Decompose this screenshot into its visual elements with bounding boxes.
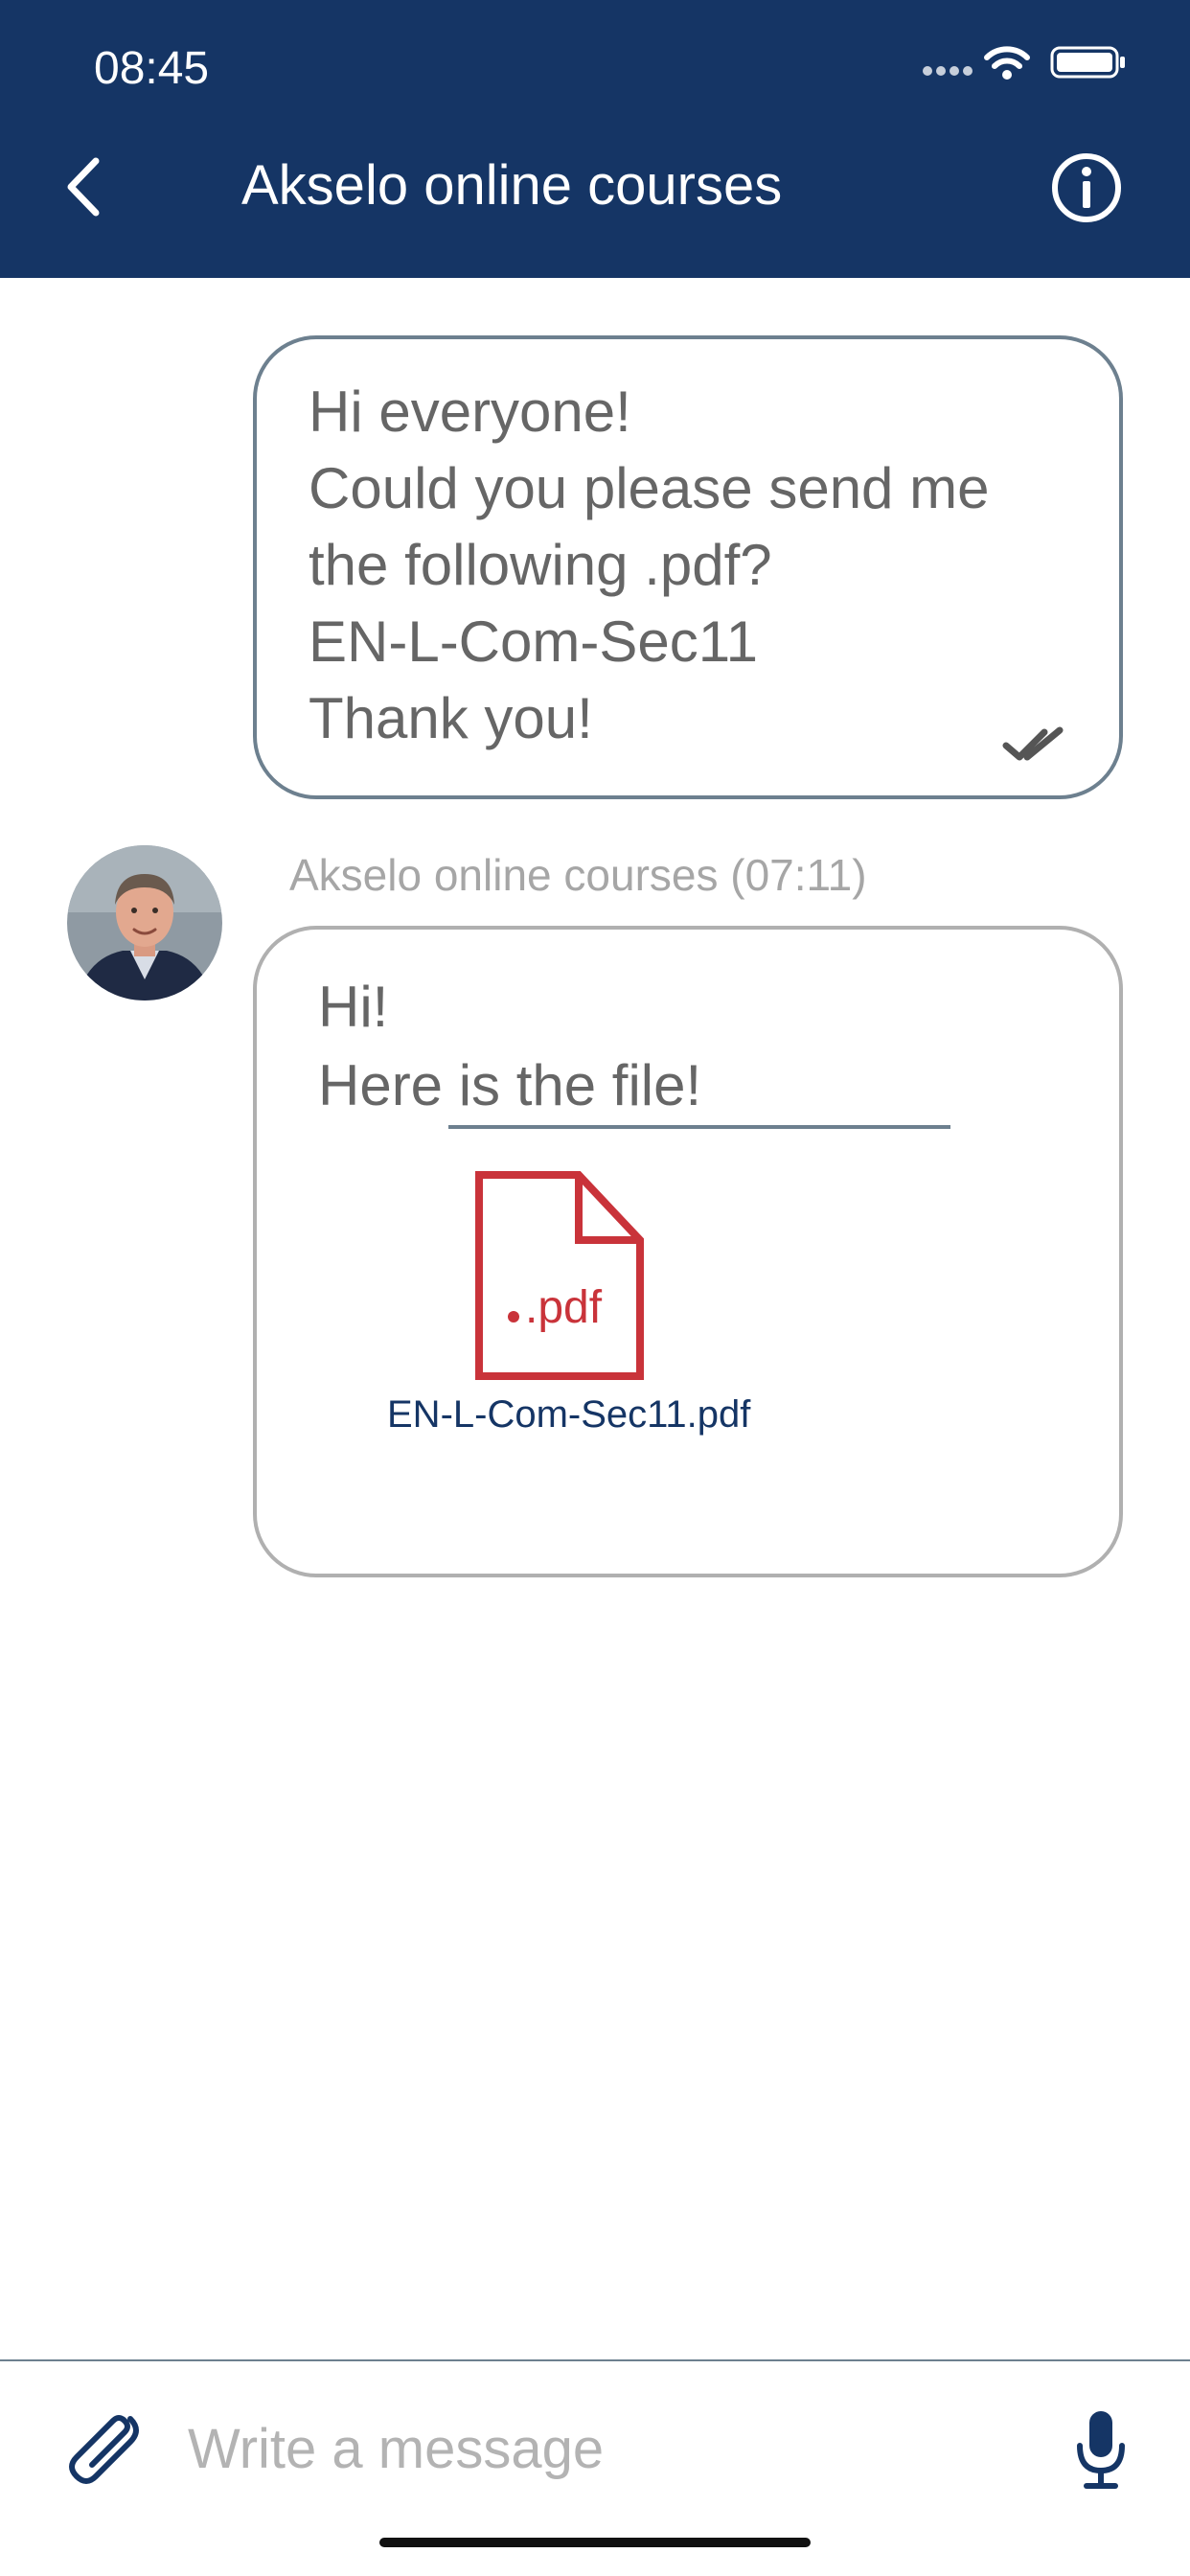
home-indicator[interactable] (379, 2538, 811, 2547)
incoming-message-bubble[interactable]: Hi! Here is the file! .pdf EN-L-Com-Sec1… (253, 926, 1123, 1577)
wifi-icon (984, 46, 1030, 80)
incoming-message-text: Hi! Here is the file! (318, 968, 701, 1125)
link-underline (448, 1125, 950, 1129)
composer-divider (0, 2359, 1190, 2361)
attach-button[interactable] (63, 2405, 149, 2492)
message-line: Hi! (318, 975, 389, 1039)
chevron-left-icon (67, 157, 100, 217)
outgoing-message-bubble[interactable]: Hi everyone! Could you please send me th… (253, 335, 1123, 799)
pdf-file-icon[interactable]: .pdf (473, 1169, 646, 1382)
outgoing-message-text: Hi everyone! Could you please send me th… (309, 374, 989, 757)
sender-avatar[interactable] (67, 845, 222, 1000)
cellular-signal-icon (923, 66, 973, 76)
message-line: Thank you! (309, 686, 593, 750)
message-input[interactable] (188, 2413, 1012, 2484)
avatar-photo (67, 845, 222, 1000)
pdf-icon-label: .pdf (525, 1282, 603, 1333)
message-line: the following .pdf? (309, 533, 772, 597)
message-line: EN-L-Com-Sec11 (309, 610, 759, 674)
status-time: 08:45 (94, 43, 210, 94)
message-line: Hi everyone! (309, 380, 631, 444)
attachment-filename[interactable]: EN-L-Com-Sec11.pdf (387, 1393, 750, 1437)
battery-icon (1050, 46, 1125, 79)
chat-title: Akselo online courses (241, 154, 783, 217)
info-circle-icon (1052, 153, 1121, 222)
back-button[interactable] (54, 146, 111, 228)
microphone-icon (1077, 2411, 1125, 2489)
info-button[interactable] (1050, 151, 1123, 224)
app-header: 08:45 Akselo online courses (0, 0, 1190, 278)
double-check-icon (1002, 726, 1064, 761)
message-line: Here is the file! (318, 1053, 702, 1117)
sender-name-time: Akselo online courses (07:11) (289, 850, 867, 900)
paperclip-icon (69, 2415, 139, 2484)
message-line: Could you please send me (309, 456, 990, 520)
microphone-button[interactable] (1073, 2407, 1129, 2492)
